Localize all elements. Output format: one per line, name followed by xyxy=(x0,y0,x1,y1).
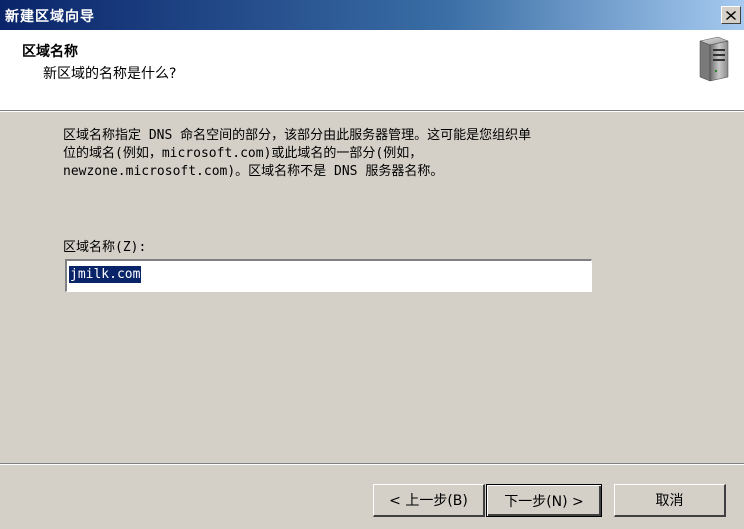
description-line: 位的域名(例如，microsoft.com)或此域名的一部分(例如， xyxy=(63,146,423,161)
close-icon xyxy=(726,10,736,20)
description-line: newzone.microsoft.com)。区域名称不是 DNS 服务器名称。 xyxy=(63,164,444,179)
description-line: 区域名称指定 DNS 命名空间的部分，该部分由此服务器管理。这可能是您组织单 xyxy=(63,128,532,143)
next-button[interactable]: 下一步(N) > xyxy=(486,484,602,517)
server-icon xyxy=(699,36,729,82)
description-text: 区域名称指定 DNS 命名空间的部分，该部分由此服务器管理。这可能是您组织单 位… xyxy=(63,127,723,181)
zone-name-value[interactable]: jmilk.com xyxy=(69,266,142,283)
header-divider-highlight xyxy=(0,111,744,112)
footer-divider-highlight xyxy=(0,464,744,465)
page-subtitle: 新区域的名称是什么? xyxy=(43,66,177,82)
cancel-button[interactable]: 取消 xyxy=(614,484,726,517)
zone-name-input[interactable]: jmilk.com xyxy=(65,259,592,292)
new-zone-wizard-window: 新建区域向导 区域名称 新区域的名称是什么? 区域名称指定 DNS 命名空间的部… xyxy=(0,0,744,529)
page-title: 区域名称 xyxy=(22,44,78,60)
window-title: 新建区域向导 xyxy=(5,9,95,25)
zone-name-label: 区域名称(Z): xyxy=(63,240,147,255)
title-bar[interactable]: 新建区域向导 xyxy=(0,0,744,30)
back-button[interactable]: < 上一步(B) xyxy=(373,484,485,517)
wizard-header: 区域名称 新区域的名称是什么? xyxy=(0,30,744,110)
close-button[interactable] xyxy=(721,6,741,24)
